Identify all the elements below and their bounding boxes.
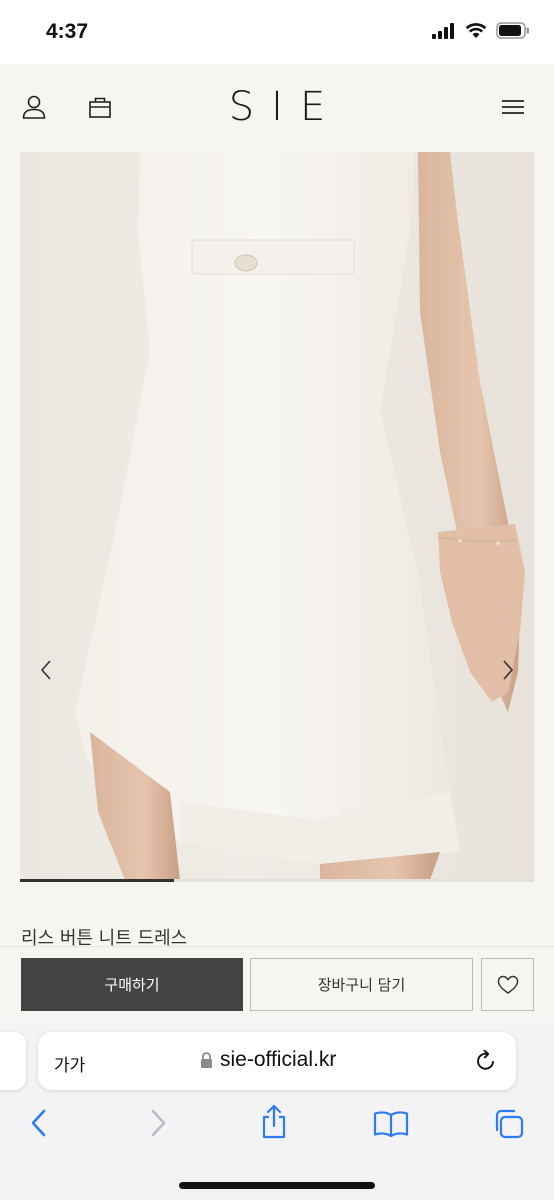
carousel-progress-fill — [20, 879, 175, 882]
back-icon[interactable] — [28, 1108, 50, 1138]
lock-icon — [201, 1052, 212, 1068]
share-icon[interactable] — [260, 1104, 288, 1140]
status-icons — [432, 22, 530, 39]
home-indicator — [179, 1182, 375, 1189]
menu-icon[interactable] — [501, 94, 525, 120]
status-bar: 4:37 — [0, 0, 554, 64]
tabs-icon[interactable] — [492, 1108, 526, 1140]
add-to-cart-button[interactable]: 장바구니 담기 — [250, 958, 473, 1011]
carousel-progress — [20, 879, 534, 882]
forward-icon[interactable] — [147, 1108, 169, 1138]
site-header: SIE — [0, 64, 554, 152]
wishlist-button[interactable] — [481, 958, 534, 1011]
buy-now-button[interactable]: 구매하기 — [21, 958, 243, 1011]
reload-icon[interactable] — [474, 1049, 498, 1073]
product-photo — [75, 152, 525, 880]
product-action-bar: 구매하기 장바구니 담기 — [0, 946, 554, 1020]
bookmarks-icon[interactable] — [373, 1110, 409, 1138]
address-bar[interactable]: 가가 sie-official.kr — [38, 1032, 516, 1090]
chevron-left-icon[interactable] — [36, 657, 56, 683]
status-time: 4:37 — [46, 20, 89, 43]
reader-text-size-button[interactable]: 가가 — [54, 1051, 85, 1076]
heart-icon — [497, 975, 518, 994]
wifi-icon — [465, 22, 487, 38]
previous-tab-peek[interactable] — [0, 1032, 26, 1090]
chevron-right-icon[interactable] — [498, 657, 518, 683]
battery-icon — [496, 22, 529, 39]
browser-chrome: 가가 sie-official.kr — [0, 1020, 554, 1200]
site-logo[interactable]: SIE — [0, 84, 554, 130]
cellular-signal-icon — [432, 22, 454, 39]
product-image[interactable] — [20, 152, 534, 880]
url-text[interactable]: sie-official.kr — [220, 1048, 336, 1072]
